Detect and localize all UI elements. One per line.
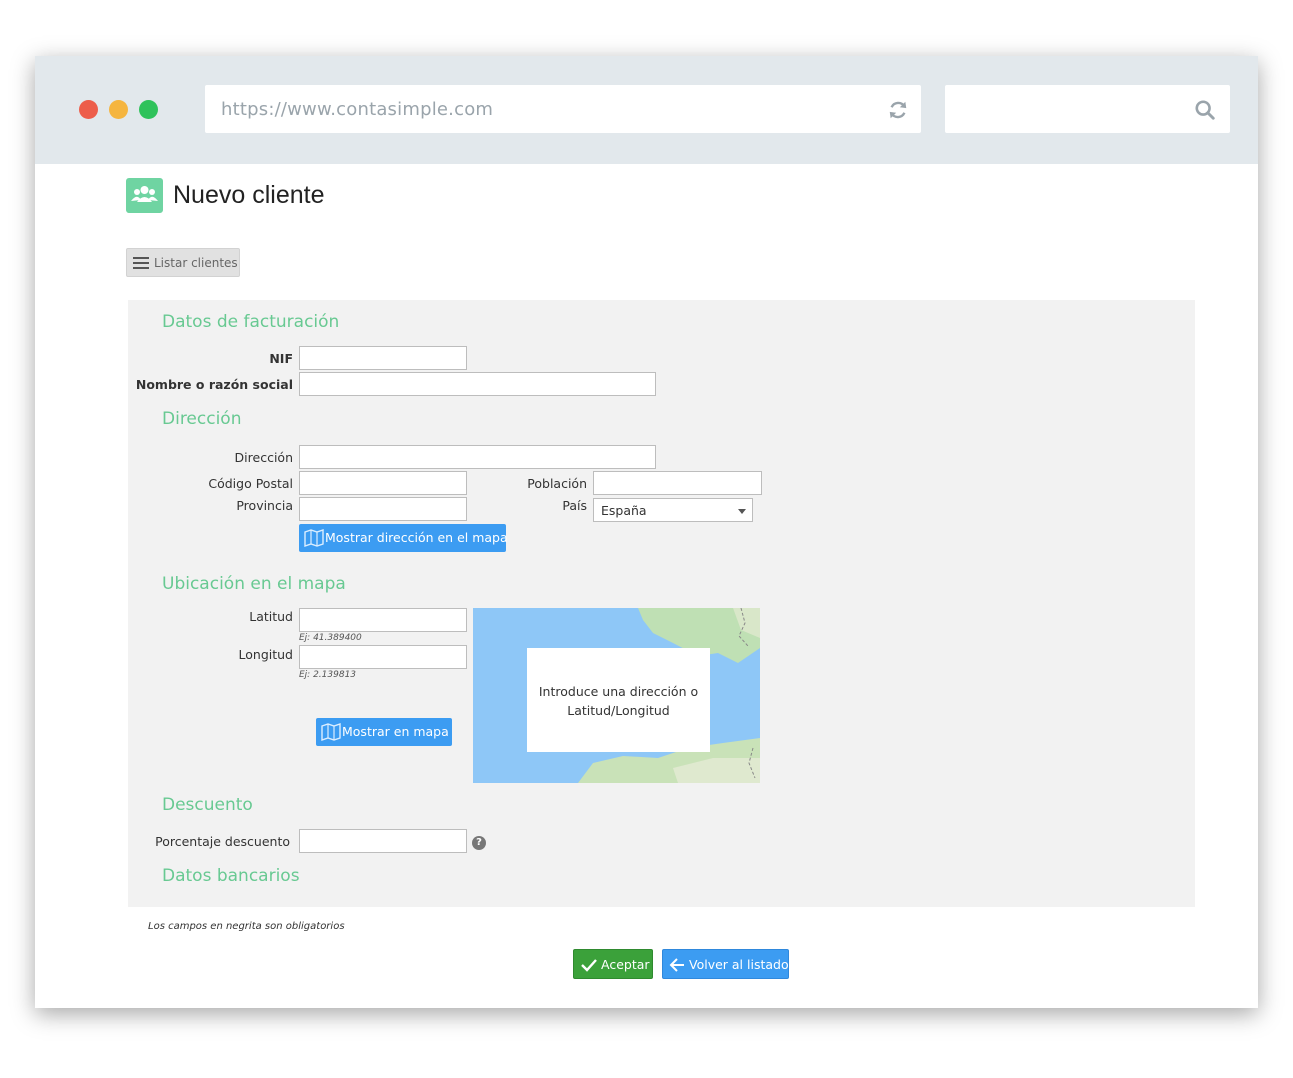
province-input[interactable] <box>299 497 467 521</box>
latitude-input[interactable] <box>299 608 467 632</box>
city-input[interactable] <box>593 471 762 495</box>
address-input[interactable] <box>299 445 656 469</box>
list-clients-button[interactable]: Listar clientes <box>126 248 240 277</box>
page-title: Nuevo cliente <box>173 181 325 209</box>
postal-code-input[interactable] <box>299 471 467 495</box>
browser-chrome: https://www.contasimple.com <box>35 56 1258 164</box>
client-form-panel: Datos de facturación NIF Nombre o razón … <box>128 300 1195 907</box>
clients-group-icon <box>126 178 163 213</box>
city-label: Población <box>527 476 587 491</box>
billing-heading: Datos de facturación <box>162 312 340 332</box>
address-heading: Dirección <box>162 409 242 429</box>
browser-window: https://www.contasimple.com Nuevo client… <box>35 56 1258 1008</box>
country-label: País <box>562 498 587 513</box>
show-on-map-button[interactable]: Mostrar en mapa <box>316 718 452 746</box>
page-content: Nuevo cliente Listar clientes Datos de f… <box>35 164 1258 1008</box>
help-icon[interactable]: ? <box>472 836 486 850</box>
longitude-input[interactable] <box>299 645 467 669</box>
chevron-down-icon <box>738 509 746 514</box>
company-name-input[interactable] <box>299 372 656 396</box>
discount-percent-label: Porcentaje descuento <box>155 834 290 849</box>
map-message-text: Introduce una dirección o Latitud/Longit… <box>538 684 699 718</box>
nif-input[interactable] <box>299 346 467 370</box>
required-fields-note: Los campos en negrita son obligatorios <box>148 921 345 932</box>
address-label: Dirección <box>234 450 293 465</box>
show-address-map-label: Mostrar dirección en el mapa <box>325 530 508 545</box>
check-icon <box>581 959 597 972</box>
discount-heading: Descuento <box>162 795 253 815</box>
map-icon <box>304 529 324 547</box>
latitude-hint: Ej: 41.389400 <box>299 633 362 643</box>
postal-code-label: Código Postal <box>208 476 293 491</box>
maximize-window-dot[interactable] <box>139 100 158 119</box>
minimize-window-dot[interactable] <box>109 100 128 119</box>
accept-button[interactable]: Aceptar <box>573 949 653 979</box>
address-bar-url[interactable]: https://www.contasimple.com <box>221 99 493 120</box>
nif-label: NIF <box>269 351 293 366</box>
longitude-label: Longitud <box>238 647 293 662</box>
province-label: Provincia <box>236 498 293 513</box>
location-map[interactable]: Introduce una dirección o Latitud/Longit… <box>473 608 760 783</box>
reload-icon[interactable] <box>887 99 909 121</box>
map-message-box: Introduce una dirección o Latitud/Longit… <box>527 648 710 752</box>
longitude-hint: Ej: 2.139813 <box>299 670 357 680</box>
accept-label: Aceptar <box>601 957 650 972</box>
location-heading: Ubicación en el mapa <box>162 574 346 594</box>
search-icon[interactable] <box>1194 99 1216 121</box>
discount-percent-input[interactable] <box>299 829 467 853</box>
back-to-list-label: Volver al listado <box>689 957 789 972</box>
country-select-value: España <box>601 503 647 518</box>
close-window-dot[interactable] <box>79 100 98 119</box>
country-select[interactable]: España <box>593 498 753 522</box>
company-name-label: Nombre o razón social <box>135 377 293 392</box>
map-icon <box>321 723 341 741</box>
back-to-list-button[interactable]: Volver al listado <box>662 949 789 979</box>
list-clients-label: Listar clientes <box>154 256 238 270</box>
browser-search-bar[interactable] <box>945 85 1230 133</box>
list-icon <box>133 257 149 269</box>
latitude-label: Latitud <box>249 609 293 624</box>
bank-heading: Datos bancarios <box>162 866 300 886</box>
address-bar[interactable]: https://www.contasimple.com <box>205 85 921 133</box>
arrow-left-icon <box>669 958 684 972</box>
show-on-map-label: Mostrar en mapa <box>342 724 449 739</box>
show-address-map-button[interactable]: Mostrar dirección en el mapa <box>299 524 508 552</box>
